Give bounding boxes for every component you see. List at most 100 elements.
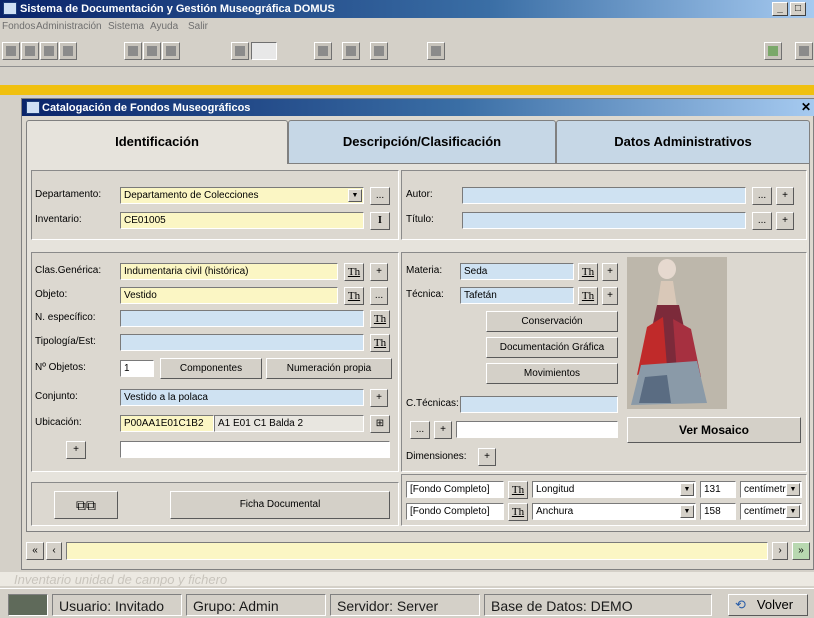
ctecnicas-field[interactable] [460, 396, 618, 413]
window-icon [26, 101, 40, 114]
volver-button[interactable]: ⟲ Volver [728, 594, 808, 616]
menu-sistema[interactable]: Sistema [108, 21, 144, 32]
tecnica-thesaurus-button[interactable]: Th [578, 287, 598, 305]
prev-page-icon[interactable]: ‹ [46, 542, 62, 560]
inventario-i-button[interactable]: I [370, 212, 390, 230]
chevron-down-icon[interactable]: ▼ [786, 483, 800, 496]
menu-administracion[interactable]: Administración [36, 21, 102, 32]
tecnica-add-button[interactable]: + [602, 287, 618, 305]
objeto-thesaurus-button[interactable]: Th [344, 287, 364, 305]
autor-add-button[interactable]: + [776, 187, 794, 205]
next-record-icon[interactable] [40, 42, 58, 60]
last-page-icon[interactable]: » [792, 542, 810, 560]
departamento-select[interactable]: Departamento de Colecciones [120, 187, 364, 204]
ubicacion-add-button[interactable]: + [66, 441, 86, 459]
dim-valor-1[interactable]: 158 [700, 503, 736, 520]
autor-field[interactable] [462, 187, 746, 204]
dim-parte-0[interactable]: [Fondo Completo] [406, 481, 504, 498]
next-page-icon[interactable]: › [772, 542, 788, 560]
titulo-field[interactable] [462, 212, 746, 229]
maximize-button[interactable]: □ [790, 2, 806, 16]
movimientos-button[interactable]: Movimientos [486, 363, 618, 384]
ubicacion-label: Ubicación: [35, 417, 82, 428]
clas-generica-add-button[interactable]: + [370, 263, 388, 281]
inventario-field[interactable]: CE01005 [120, 212, 364, 229]
chevron-down-icon[interactable]: ▼ [680, 505, 694, 518]
conjunto-field[interactable]: Vestido a la polaca [120, 389, 364, 406]
first-record-icon[interactable] [2, 42, 20, 60]
first-page-icon[interactable]: « [26, 542, 44, 560]
panel-dimensiones: [Fondo Completo] Th Longitud ▼ 131 centí… [401, 474, 807, 526]
print-icon[interactable] [231, 42, 249, 60]
dim-thesaurus-button-1[interactable]: Th [508, 503, 528, 521]
chevron-down-icon[interactable]: ▼ [348, 189, 362, 202]
objeto-field[interactable]: Vestido [120, 287, 338, 304]
conservacion-button[interactable]: Conservación [486, 311, 618, 332]
components-icon[interactable]: ⧉⧉ [54, 491, 118, 519]
tipologia-field[interactable] [120, 334, 364, 351]
accept-icon[interactable] [764, 42, 782, 60]
ubicacion-code-field[interactable]: P00AA1E01C1B2 [120, 415, 214, 432]
folder-icon[interactable] [143, 42, 161, 60]
menu-ayuda[interactable]: Ayuda [150, 21, 178, 32]
departamento-lookup-button[interactable]: ... [370, 187, 390, 205]
tab-body: Departamento: Departamento de Coleccione… [26, 164, 810, 532]
n-especifico-field[interactable] [120, 310, 364, 327]
list-icon[interactable] [370, 42, 388, 60]
stop-icon[interactable] [427, 42, 445, 60]
dim-thesaurus-button-0[interactable]: Th [508, 481, 528, 499]
copy-icon[interactable] [124, 42, 142, 60]
background-faded-text: Inventario unidad de campo y fichero [0, 572, 814, 586]
objeto-lookup-button[interactable]: ... [370, 287, 388, 305]
n-objetos-field[interactable]: 1 [120, 360, 154, 377]
panel-departamento: Departamento: Departamento de Coleccione… [31, 170, 399, 240]
documentacion-grafica-button[interactable]: Documentación Gráfica [486, 337, 618, 358]
numeracion-propia-button[interactable]: Numeración propia [266, 358, 392, 379]
tipologia-thesaurus-button[interactable]: Th [370, 334, 390, 352]
menu-salir[interactable]: Salir [188, 21, 208, 32]
object-photo[interactable] [627, 257, 727, 409]
dim-parte-1[interactable]: [Fondo Completo] [406, 503, 504, 520]
ubicacion-extra-field[interactable] [120, 441, 390, 458]
componentes-button[interactable]: Componentes [160, 358, 262, 379]
materia-add-button[interactable]: + [602, 263, 618, 281]
ctecnicas-lookup-button[interactable]: ... [410, 421, 430, 439]
n-especifico-thesaurus-button[interactable]: Th [370, 310, 390, 328]
record-field[interactable] [251, 42, 277, 60]
autor-lookup-button[interactable]: ... [752, 187, 772, 205]
chevron-down-icon[interactable]: ▼ [786, 505, 800, 518]
record-scrollbar[interactable] [66, 542, 768, 560]
clas-generica-field[interactable]: Indumentaria civil (histórica) [120, 263, 338, 280]
menu-fondos[interactable]: Fondos [2, 21, 35, 32]
prev-record-icon[interactable] [21, 42, 39, 60]
titulo-lookup-button[interactable]: ... [752, 212, 772, 230]
ctecnicas-add-button[interactable]: + [434, 421, 452, 439]
minimize-button[interactable]: _ [772, 2, 788, 16]
titulo-label: Título: [406, 214, 434, 225]
help-icon[interactable] [314, 42, 332, 60]
close-icon[interactable]: ✕ [801, 100, 811, 114]
conjunto-add-button[interactable]: + [370, 389, 388, 407]
titulo-add-button[interactable]: + [776, 212, 794, 230]
tecnica-field[interactable]: Tafetán [460, 287, 574, 304]
ver-mosaico-button[interactable]: Ver Mosaico [627, 417, 801, 443]
chevron-down-icon[interactable]: ▼ [680, 483, 694, 496]
materia-field[interactable]: Seda [460, 263, 574, 280]
tab-identificacion[interactable]: Identificación [26, 120, 288, 164]
exit-icon[interactable] [795, 42, 813, 60]
dim-medida-0[interactable]: Longitud [532, 481, 696, 498]
last-record-icon[interactable] [59, 42, 77, 60]
dim-valor-0[interactable]: 131 [700, 481, 736, 498]
ubicacion-tree-icon[interactable]: ⊞ [370, 415, 390, 433]
materia-thesaurus-button[interactable]: Th [578, 263, 598, 281]
ctecnicas-extra-field[interactable] [456, 421, 618, 438]
yellow-strip [0, 85, 814, 95]
ficha-documental-button[interactable]: Ficha Documental [170, 491, 390, 519]
dim-medida-1[interactable]: Anchura [532, 503, 696, 520]
dimensiones-add-button[interactable]: + [478, 448, 496, 466]
tab-datos-administrativos[interactable]: Datos Administrativos [556, 120, 810, 164]
tab-descripcion[interactable]: Descripción/Clasificación [288, 120, 556, 164]
binoculars-icon[interactable] [342, 42, 360, 60]
clas-generica-thesaurus-button[interactable]: Th [344, 263, 364, 281]
save-icon[interactable] [162, 42, 180, 60]
